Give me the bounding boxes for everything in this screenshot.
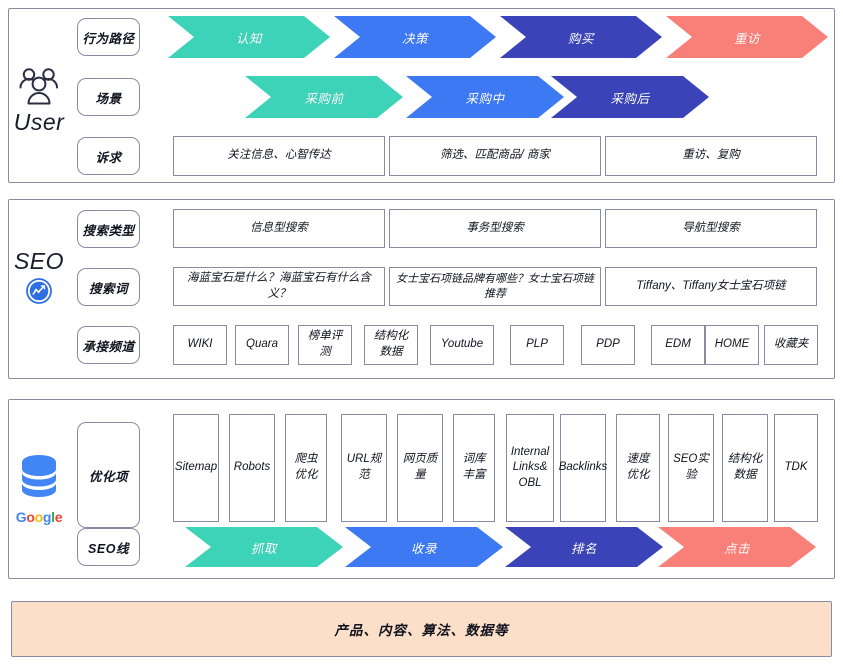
channel-cell-2[interactable]: Quara — [235, 325, 289, 365]
row-chip-search-type[interactable]: 搜索类型 — [77, 210, 140, 248]
optim-cell-10[interactable]: SEO实验 — [668, 414, 714, 522]
diagram-canvas: User 行为路径 场景 诉求 认知 决策 购买 重访 采购前 采购中 采购后 … — [0, 0, 843, 669]
optim-cell-3[interactable]: 爬虫优化 — [285, 414, 327, 522]
optim-cell-5[interactable]: 网页质量 — [397, 414, 443, 522]
behavior-chevron-3-label: 购买 — [567, 31, 594, 46]
seoline-chevron-3-label: 排名 — [570, 541, 597, 556]
row-chip-seo-line[interactable]: SEO线 — [77, 528, 140, 566]
behavior-chevron-1-label: 认知 — [235, 31, 262, 46]
foundation-label: 产品、内容、算法、数据等 — [334, 623, 509, 638]
optim-cell-11[interactable]: 结构化数据 — [722, 414, 768, 522]
channel-cell-10[interactable]: 收藏夹 — [764, 325, 818, 365]
search-word-cell-2[interactable]: 女士宝石项链品牌有哪些？女士宝石项链推荐 — [389, 267, 601, 306]
search-type-cell-2[interactable]: 事务型搜索 — [389, 209, 601, 248]
row-chip-scene[interactable]: 场景 — [77, 78, 140, 116]
channel-cell-9[interactable]: HOME — [705, 325, 759, 365]
channel-cell-3[interactable]: 榜单评测 — [298, 325, 352, 365]
row-chip-demand[interactable]: 诉求 — [77, 137, 140, 175]
database-icon — [22, 454, 56, 497]
optim-cell-6[interactable]: 词库丰富 — [453, 414, 495, 522]
search-word-cell-3[interactable]: Tiffany、Tiffany女士宝石项链 — [605, 267, 817, 306]
scene-chevron-1-label: 采购前 — [304, 91, 344, 106]
row-chip-search-word[interactable]: 搜索词 — [77, 268, 140, 306]
people-icon — [19, 68, 58, 105]
optim-cell-7[interactable]: Internal Links& OBL — [506, 414, 554, 522]
seo-chart-circle-icon — [26, 278, 52, 304]
channel-cell-7[interactable]: PDP — [581, 325, 635, 365]
brand-seo: SEO — [8, 245, 70, 310]
demand-cell-1[interactable]: 关注信息、心智传达 — [173, 136, 385, 176]
channel-cell-5[interactable]: Youtube — [430, 325, 494, 365]
behavior-chevron-4-label: 重访 — [733, 31, 760, 46]
optim-cell-4[interactable]: URL规范 — [341, 414, 387, 522]
channel-cell-4[interactable]: 结构化数据 — [364, 325, 418, 365]
optim-cell-1[interactable]: Sitemap — [173, 414, 219, 522]
search-type-cell-1[interactable]: 信息型搜索 — [173, 209, 385, 248]
brand-user: User — [8, 60, 70, 140]
optim-cell-8[interactable]: Backlinks — [559, 414, 607, 522]
brand-google: Google — [8, 448, 70, 528]
row-chip-behavior-path[interactable]: 行为路径 — [77, 18, 140, 56]
seoline-chevron-1-label: 抓取 — [250, 541, 277, 556]
row-chip-optimization-items[interactable]: 优化项 — [77, 422, 140, 528]
scene-chevron-3-label: 采购后 — [610, 91, 650, 106]
scene-chevron-2-label: 采购中 — [465, 91, 505, 106]
demand-cell-3[interactable]: 重访、复购 — [605, 136, 817, 176]
channel-cell-8[interactable]: EDM — [651, 325, 705, 365]
optim-cell-12[interactable]: TDK — [774, 414, 818, 522]
channel-cell-6[interactable]: PLP — [510, 325, 564, 365]
optim-cell-9[interactable]: 速度优化 — [616, 414, 660, 522]
optim-cell-2[interactable]: Robots — [229, 414, 275, 522]
row-chip-landing-channel[interactable]: 承接频道 — [77, 326, 140, 364]
demand-cell-2[interactable]: 筛选、匹配商品/ 商家 — [389, 136, 601, 176]
search-type-cell-3[interactable]: 导航型搜索 — [605, 209, 817, 248]
google-wordmark: Google — [15, 508, 63, 525]
brand-label-seo: SEO — [13, 248, 65, 274]
brand-label-user: User — [13, 109, 65, 135]
behavior-chevron-2-label: 决策 — [401, 31, 428, 46]
foundation-bar: 产品、内容、算法、数据等 — [11, 601, 832, 657]
seoline-chevron-2-label: 收录 — [410, 541, 437, 556]
seoline-chevron-4-label: 点击 — [723, 541, 750, 556]
channel-cell-1[interactable]: WIKI — [173, 325, 227, 365]
search-word-cell-1[interactable]: 海蓝宝石是什么？海蓝宝石有什么含义？ — [173, 267, 385, 306]
